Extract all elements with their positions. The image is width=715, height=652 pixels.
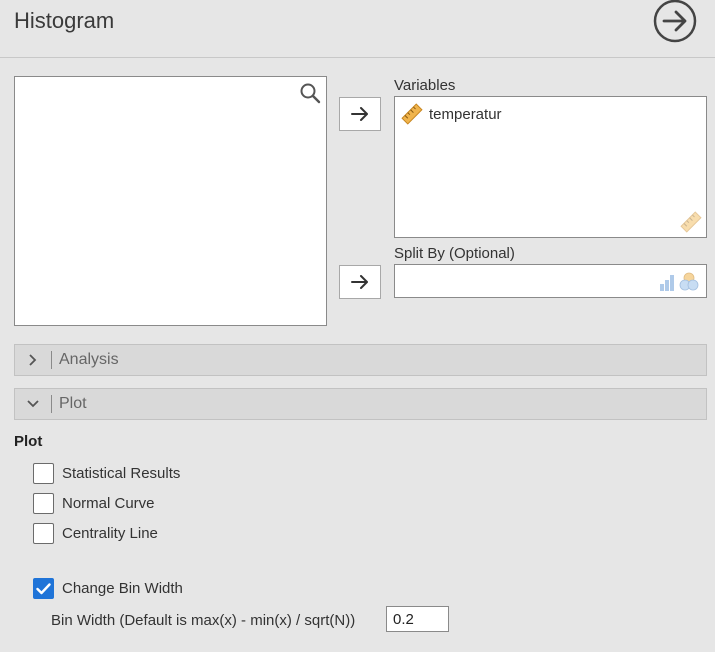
variables-label: Variables bbox=[394, 77, 456, 94]
ruler-icon bbox=[401, 103, 423, 125]
separator bbox=[51, 395, 52, 413]
section-label: Plot bbox=[59, 395, 87, 412]
plot-section-toggle[interactable]: Plot bbox=[14, 388, 707, 420]
checkbox-label: Normal Curve bbox=[62, 495, 155, 512]
checkmark-icon bbox=[36, 582, 51, 594]
statistical-results-checkbox[interactable] bbox=[33, 463, 54, 484]
centrality-line-checkbox[interactable] bbox=[33, 523, 54, 544]
move-to-variables-button[interactable] bbox=[339, 97, 381, 131]
ruler-icon bbox=[680, 211, 702, 233]
run-button[interactable] bbox=[650, 0, 700, 46]
variable-name: temperatur bbox=[429, 105, 502, 123]
list-item[interactable]: temperatur bbox=[401, 103, 502, 125]
statistical-results-option[interactable]: Statistical Results bbox=[33, 463, 180, 484]
search-icon[interactable] bbox=[299, 82, 321, 104]
change-bin-width-option[interactable]: Change Bin Width bbox=[33, 578, 183, 599]
section-label: Analysis bbox=[59, 351, 119, 368]
separator bbox=[51, 351, 52, 369]
bin-width-input[interactable] bbox=[386, 606, 449, 632]
checkbox-label: Statistical Results bbox=[62, 465, 181, 482]
normal-curve-option[interactable]: Normal Curve bbox=[33, 493, 155, 514]
available-variables-list[interactable] bbox=[14, 76, 327, 326]
arrow-right-icon bbox=[351, 275, 368, 289]
arrow-right-icon bbox=[351, 107, 368, 121]
arrow-circle-right-icon bbox=[653, 0, 697, 43]
variables-list[interactable]: temperatur bbox=[394, 96, 707, 238]
split-by-label: Split By (Optional) bbox=[394, 245, 515, 262]
page-title: Histogram bbox=[14, 8, 115, 33]
analysis-section-toggle[interactable]: Analysis bbox=[14, 344, 707, 376]
split-by-list[interactable] bbox=[394, 264, 707, 298]
header: Histogram bbox=[0, 0, 715, 58]
chevron-right-icon bbox=[15, 345, 51, 375]
change-bin-width-checkbox[interactable] bbox=[33, 578, 54, 599]
bin-width-label: Bin Width (Default is max(x) - min(x) / … bbox=[51, 612, 356, 629]
centrality-line-option[interactable]: Centrality Line bbox=[33, 523, 158, 544]
normal-curve-checkbox[interactable] bbox=[33, 493, 54, 514]
checkbox-label: Change Bin Width bbox=[62, 580, 183, 597]
chevron-down-icon bbox=[15, 389, 51, 419]
checkbox-label: Centrality Line bbox=[62, 525, 158, 542]
nominal-ordinal-icon bbox=[660, 271, 702, 291]
move-to-split-by-button[interactable] bbox=[339, 265, 381, 299]
plot-group-title: Plot bbox=[14, 433, 43, 450]
